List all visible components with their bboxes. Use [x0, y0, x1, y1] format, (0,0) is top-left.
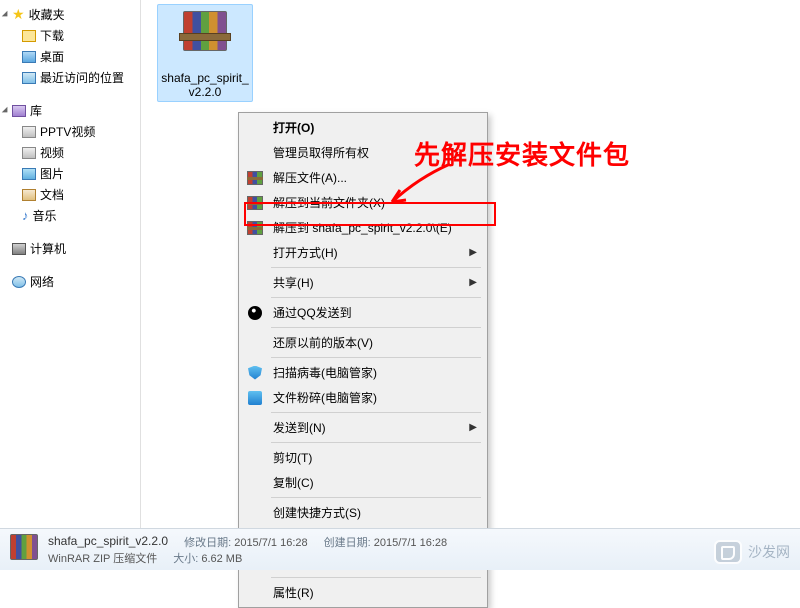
menu-restore-version[interactable]: 还原以前的版本(V)	[241, 330, 485, 355]
file-item[interactable]: shafa_pc_spirit_v2.2.0	[157, 4, 253, 102]
menu-share[interactable]: 共享(H)▶	[241, 270, 485, 295]
star-icon: ★	[12, 6, 25, 23]
sidebar-item-videos[interactable]: 视频	[0, 142, 140, 163]
sidebar-item-documents[interactable]: 文档	[0, 184, 140, 205]
sofa-icon	[714, 540, 742, 564]
watermark-text: 沙发网	[748, 542, 790, 562]
menu-separator	[271, 357, 481, 358]
computer-icon	[12, 243, 26, 255]
sidebar-item-label: 文档	[40, 186, 64, 203]
desktop-icon	[22, 51, 36, 63]
sidebar-label: 收藏夹	[29, 6, 65, 23]
sidebar-item-music[interactable]: ♪ 音乐	[0, 205, 140, 226]
chevron-right-icon: ▶	[469, 247, 477, 258]
sidebar-item-label: 最近访问的位置	[40, 69, 124, 86]
rar-icon	[247, 196, 263, 210]
qq-icon	[248, 306, 262, 320]
sidebar-item-label: PPTV视频	[40, 123, 95, 140]
status-filetype: WinRAR ZIP 压缩文件	[48, 550, 157, 566]
sidebar-item-pictures[interactable]: 图片	[0, 163, 140, 184]
status-filename: shafa_pc_spirit_v2.2.0	[48, 534, 168, 550]
menu-separator	[271, 412, 481, 413]
recent-icon	[22, 72, 36, 84]
chevron-right-icon: ▶	[469, 277, 477, 288]
menu-cut[interactable]: 剪切(T)	[241, 445, 485, 470]
menu-separator	[271, 267, 481, 268]
menu-open-with[interactable]: 打开方式(H)▶	[241, 240, 485, 265]
document-icon	[22, 189, 36, 201]
sidebar-favorites[interactable]: ★ 收藏夹	[0, 4, 140, 25]
menu-separator	[271, 577, 481, 578]
music-icon: ♪	[22, 208, 29, 223]
picture-icon	[22, 168, 36, 180]
sidebar-item-label: 图片	[40, 165, 64, 182]
rar-archive-icon	[177, 11, 233, 67]
sidebar-label: 网络	[30, 273, 54, 290]
sidebar-item-label: 音乐	[33, 207, 57, 224]
expand-icon	[2, 10, 10, 18]
sidebar-item-label: 视频	[40, 144, 64, 161]
menu-file-shred[interactable]: 文件粉碎(电脑管家)	[241, 385, 485, 410]
menu-separator	[271, 327, 481, 328]
video-icon	[22, 147, 36, 159]
menu-extract-to[interactable]: 解压到 shafa_pc_spirit_v2.2.0\(E)	[241, 215, 485, 240]
status-details: shafa_pc_spirit_v2.2.0 修改日期: 2015/7/1 16…	[48, 534, 447, 566]
shield-icon	[248, 366, 262, 380]
menu-separator	[271, 297, 481, 298]
sidebar-label: 库	[30, 102, 42, 119]
chevron-right-icon: ▶	[469, 422, 477, 433]
sidebar-library[interactable]: 库	[0, 100, 140, 121]
navigation-sidebar: ★ 收藏夹 下载 桌面 最近访问的位置 库 PPTV视频 视频 图片 文档 ♪ …	[0, 0, 140, 570]
sidebar-item-label: 下载	[40, 27, 64, 44]
sidebar-label: 计算机	[30, 240, 66, 257]
rar-archive-icon	[8, 534, 40, 566]
sidebar-network[interactable]: 网络	[0, 271, 140, 292]
menu-copy[interactable]: 复制(C)	[241, 470, 485, 495]
annotation-text: 先解压安装文件包	[414, 135, 630, 172]
menu-scan-virus[interactable]: 扫描病毒(电脑管家)	[241, 360, 485, 385]
menu-separator	[271, 497, 481, 498]
network-icon	[12, 276, 26, 288]
sidebar-item-desktop[interactable]: 桌面	[0, 46, 140, 67]
menu-send-to[interactable]: 发送到(N)▶	[241, 415, 485, 440]
menu-properties[interactable]: 属性(R)	[241, 580, 485, 605]
download-icon	[22, 30, 36, 42]
menu-separator	[271, 442, 481, 443]
menu-extract-here[interactable]: 解压到当前文件夹(X)	[241, 190, 485, 215]
expand-icon	[2, 106, 10, 114]
sidebar-item-recent[interactable]: 最近访问的位置	[0, 67, 140, 88]
library-icon	[12, 105, 26, 117]
rar-icon	[247, 171, 263, 185]
sidebar-item-label: 桌面	[40, 48, 64, 65]
sidebar-item-pptv[interactable]: PPTV视频	[0, 121, 140, 142]
sidebar-item-downloads[interactable]: 下载	[0, 25, 140, 46]
sidebar-computer[interactable]: 计算机	[0, 238, 140, 259]
menu-create-shortcut[interactable]: 创建快捷方式(S)	[241, 500, 485, 525]
status-bar: shafa_pc_spirit_v2.2.0 修改日期: 2015/7/1 16…	[0, 528, 800, 570]
shredder-icon	[248, 391, 262, 405]
watermark: 沙发网	[714, 540, 790, 564]
file-name: shafa_pc_spirit_v2.2.0	[160, 71, 250, 99]
menu-send-qq[interactable]: 通过QQ发送到	[241, 300, 485, 325]
video-icon	[22, 126, 36, 138]
rar-icon	[247, 221, 263, 235]
